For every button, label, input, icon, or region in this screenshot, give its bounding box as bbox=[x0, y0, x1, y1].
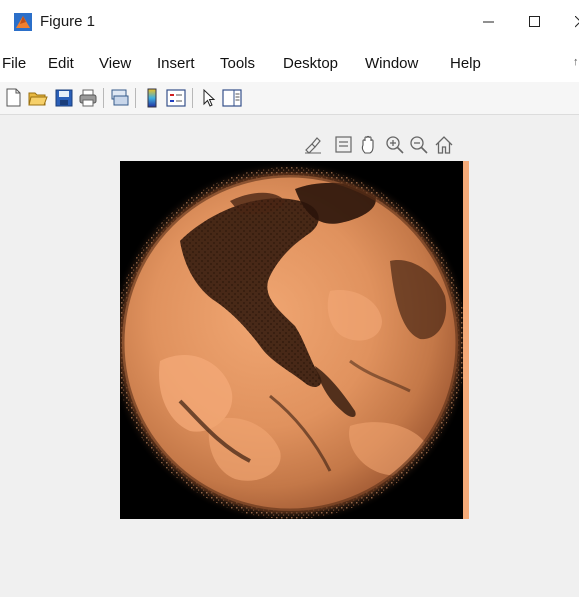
menu-window[interactable]: Window bbox=[365, 54, 418, 74]
menu-bar: File Edit View Insert Tools Desktop Wind… bbox=[0, 44, 579, 83]
toolbar-separator bbox=[192, 88, 193, 108]
minimize-icon bbox=[483, 21, 494, 23]
property-inspector-icon bbox=[222, 89, 242, 107]
menu-overflow-icon[interactable]: ↑ bbox=[573, 56, 579, 68]
insert-colorbar-button[interactable] bbox=[140, 86, 164, 110]
print-icon bbox=[79, 89, 97, 107]
home-icon bbox=[435, 136, 453, 154]
image-axes[interactable] bbox=[120, 161, 469, 519]
title-bar: Figure 1 bbox=[0, 0, 579, 44]
edit-plot-icon bbox=[203, 88, 216, 107]
open-file-icon bbox=[28, 92, 48, 106]
restore-view-button[interactable] bbox=[433, 134, 455, 156]
brush-icon bbox=[305, 137, 321, 154]
data-tips-icon bbox=[335, 136, 352, 153]
menu-view[interactable]: View bbox=[99, 54, 131, 74]
maximize-button[interactable] bbox=[512, 0, 558, 44]
maximize-icon bbox=[529, 16, 540, 27]
pan-icon bbox=[361, 135, 374, 154]
insert-legend-icon bbox=[166, 89, 186, 107]
zoom-in-button[interactable] bbox=[384, 134, 406, 156]
zoom-in-icon bbox=[386, 136, 404, 154]
new-figure-button[interactable] bbox=[2, 86, 26, 110]
menu-file[interactable]: File bbox=[2, 54, 26, 74]
matlab-figure-icon bbox=[14, 13, 32, 31]
edit-plot-button[interactable] bbox=[197, 86, 221, 110]
zoom-out-icon bbox=[410, 136, 428, 154]
open-file-button[interactable] bbox=[26, 86, 50, 110]
insert-colorbar-icon bbox=[147, 88, 157, 108]
toolbar-separator bbox=[103, 88, 104, 108]
figure-toolbar bbox=[0, 82, 579, 115]
figure-window: Figure 1 File Edit View Insert Tools Des… bbox=[0, 0, 579, 597]
new-figure-icon bbox=[6, 88, 21, 107]
menu-help[interactable]: Help bbox=[450, 54, 481, 74]
brush-button[interactable] bbox=[302, 134, 324, 156]
close-icon bbox=[575, 16, 579, 28]
menu-edit[interactable]: Edit bbox=[48, 54, 74, 74]
window-title: Figure 1 bbox=[40, 13, 96, 30]
pan-button[interactable] bbox=[358, 134, 380, 156]
menu-tools[interactable]: Tools bbox=[220, 54, 255, 74]
link-plot-button[interactable] bbox=[108, 86, 132, 110]
menu-desktop[interactable]: Desktop bbox=[283, 54, 338, 74]
save-icon bbox=[55, 89, 73, 107]
insert-legend-button[interactable] bbox=[164, 86, 188, 110]
close-button[interactable] bbox=[558, 0, 579, 44]
menu-insert[interactable]: Insert bbox=[157, 54, 195, 74]
save-button[interactable] bbox=[52, 86, 76, 110]
toolbar-separator bbox=[135, 88, 136, 108]
property-inspector-button[interactable] bbox=[220, 86, 244, 110]
axes-toolbar bbox=[302, 134, 472, 158]
data-tips-button[interactable] bbox=[333, 134, 355, 156]
link-plot-icon bbox=[111, 89, 129, 106]
zoom-out-button[interactable] bbox=[408, 134, 430, 156]
print-button[interactable] bbox=[76, 86, 100, 110]
minimize-button[interactable] bbox=[466, 0, 512, 44]
earth-image bbox=[120, 161, 469, 519]
